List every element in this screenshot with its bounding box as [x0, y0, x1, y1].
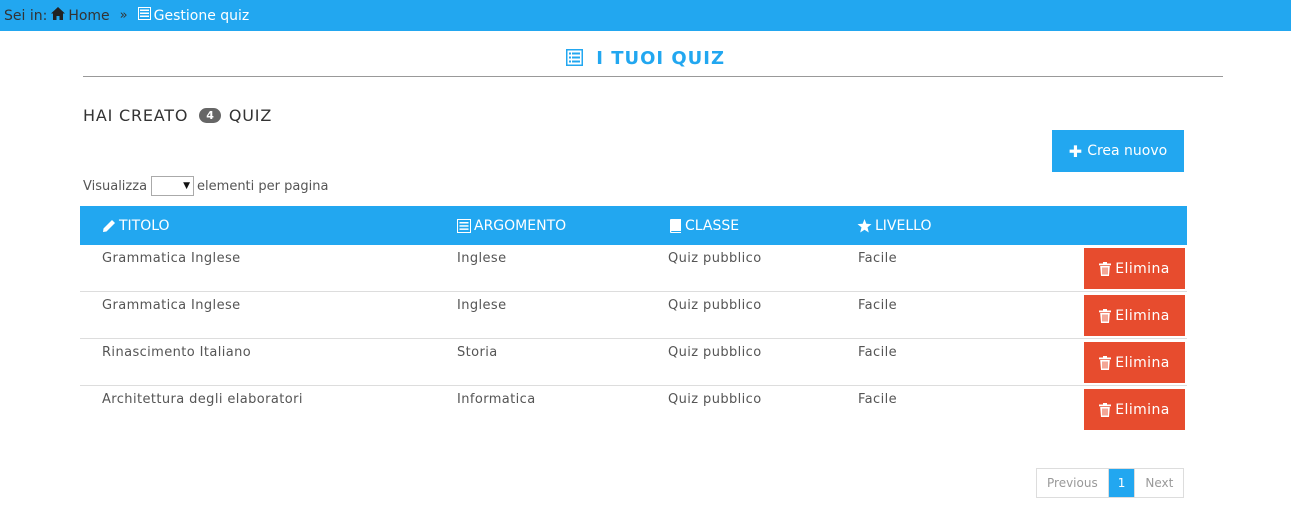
- home-icon: [51, 7, 66, 24]
- create-quiz-button[interactable]: ✚ Crea nuovo: [1052, 130, 1184, 172]
- cell-livello: Facile: [858, 251, 898, 266]
- delete-label: Elimina: [1115, 401, 1170, 418]
- cell-classe: Quiz pubblico: [668, 392, 762, 407]
- trash-icon: [1099, 402, 1112, 417]
- plus-icon: ✚: [1068, 141, 1083, 161]
- trash-icon: [1099, 261, 1112, 276]
- summary-prefix: HAI CREATO: [83, 106, 189, 125]
- breadcrumb: Sei in: Home » Gestione quiz: [0, 0, 1291, 31]
- book-icon: [669, 218, 682, 233]
- column-header-titolo[interactable]: TITOLO: [102, 206, 170, 245]
- breadcrumb-current-label: Gestione quiz: [153, 7, 250, 24]
- delete-label: Elimina: [1115, 354, 1170, 371]
- list-icon: [565, 49, 583, 71]
- breadcrumb-home-link[interactable]: Home: [51, 7, 110, 24]
- pagination-previous-button[interactable]: Previous: [1037, 469, 1109, 497]
- create-quiz-label: Crea nuovo: [1087, 143, 1168, 159]
- delete-quiz-button[interactable]: Elimina: [1084, 389, 1185, 430]
- pagination-page-button[interactable]: 1: [1108, 469, 1135, 497]
- table-row: Architettura degli elaboratori Informati…: [80, 386, 1187, 433]
- column-label: ARGOMENTO: [474, 217, 567, 234]
- cell-livello: Facile: [858, 392, 898, 407]
- cell-titolo: Architettura degli elaboratori: [102, 392, 303, 407]
- quiz-count-badge: 4: [199, 108, 221, 123]
- quiz-count-summary: HAI CREATO 4 QUIZ: [83, 106, 272, 125]
- breadcrumb-separator: »: [119, 8, 128, 23]
- title-divider: [83, 76, 1223, 77]
- column-header-livello[interactable]: LIVELLO: [857, 206, 931, 245]
- pagination-next-button[interactable]: Next: [1134, 469, 1183, 497]
- column-label: LIVELLO: [875, 217, 932, 234]
- pagination: Previous 1 Next: [1036, 468, 1185, 498]
- cell-titolo: Grammatica Inglese: [102, 251, 241, 266]
- summary-suffix: QUIZ: [228, 106, 273, 125]
- trash-icon: [1099, 308, 1112, 323]
- delete-quiz-button[interactable]: Elimina: [1084, 342, 1185, 383]
- page-title: I TUOI QUIZ: [0, 48, 1291, 71]
- table-row: Rinascimento Italiano Storia Quiz pubbli…: [80, 339, 1187, 386]
- delete-quiz-button[interactable]: Elimina: [1084, 295, 1185, 336]
- chevron-down-icon: ▼: [183, 181, 191, 191]
- cell-argomento: Informatica: [457, 392, 536, 407]
- cell-argomento: Inglese: [457, 298, 507, 313]
- table-header: TITOLO ARGOMENTO CLASSE LIVELLO: [80, 206, 1187, 245]
- table-row: Grammatica Inglese Inglese Quiz pubblico…: [80, 245, 1187, 292]
- cell-titolo: Grammatica Inglese: [102, 298, 241, 313]
- cell-argomento: Storia: [457, 345, 498, 360]
- cell-titolo: Rinascimento Italiano: [102, 345, 252, 360]
- page-length-prefix: Visualizza: [83, 178, 148, 194]
- delete-label: Elimina: [1115, 260, 1170, 277]
- delete-quiz-button[interactable]: Elimina: [1084, 248, 1185, 289]
- cell-classe: Quiz pubblico: [668, 298, 762, 313]
- column-label: TITOLO: [119, 217, 170, 234]
- column-header-classe[interactable]: CLASSE: [669, 206, 739, 245]
- trash-icon: [1099, 355, 1112, 370]
- delete-label: Elimina: [1115, 307, 1170, 324]
- page-length-select[interactable]: ▼: [151, 176, 195, 196]
- breadcrumb-prefix: Sei in:: [4, 7, 48, 24]
- pencil-icon: [102, 219, 116, 233]
- column-header-argomento[interactable]: ARGOMENTO: [457, 206, 566, 245]
- breadcrumb-home-label: Home: [68, 7, 110, 24]
- star-icon: [857, 218, 872, 233]
- list-icon: [137, 7, 151, 24]
- page-length-control: Visualizza ▼ elementi per pagina: [83, 176, 328, 196]
- page-title-label: I TUOI QUIZ: [596, 48, 726, 69]
- cell-livello: Facile: [858, 298, 898, 313]
- cell-argomento: Inglese: [457, 251, 507, 266]
- column-label: CLASSE: [685, 217, 740, 234]
- cell-classe: Quiz pubblico: [668, 345, 762, 360]
- cell-classe: Quiz pubblico: [668, 251, 762, 266]
- cell-livello: Facile: [858, 345, 898, 360]
- breadcrumb-current: Gestione quiz: [137, 7, 250, 24]
- table-row: Grammatica Inglese Inglese Quiz pubblico…: [80, 292, 1187, 339]
- list-icon: [457, 218, 471, 233]
- page-length-suffix: elementi per pagina: [197, 178, 329, 194]
